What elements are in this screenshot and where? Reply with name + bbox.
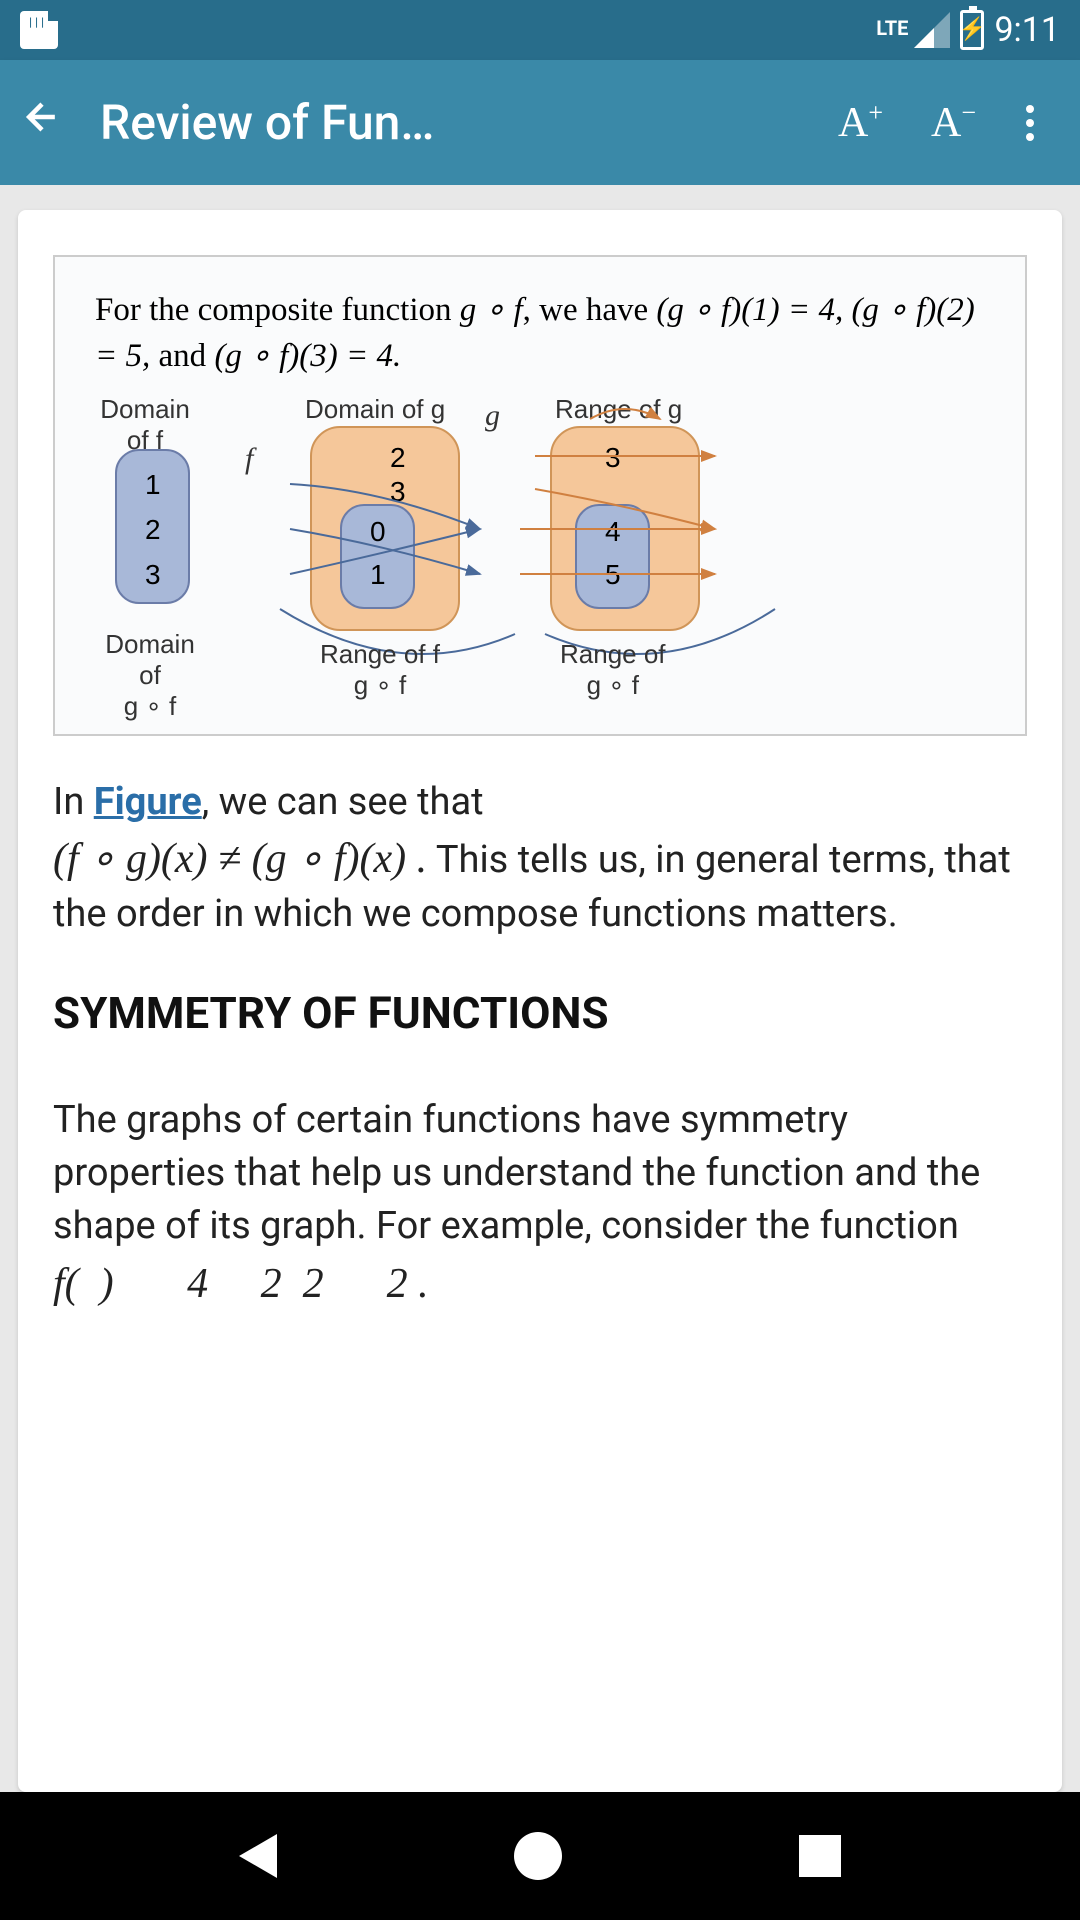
figure-link[interactable]: Figure xyxy=(94,780,202,824)
paragraph-1: In Figure, we can see that (f ∘ g)(x) ≠ … xyxy=(53,776,1027,941)
navigation-bar xyxy=(0,1792,1080,1920)
page-title: Review of Fun… xyxy=(100,94,814,151)
sd-card-icon xyxy=(20,11,58,49)
status-bar: LTE ⚡ 9:11 xyxy=(0,0,1080,60)
app-bar: Review of Fun… A+ A− xyxy=(0,60,1080,185)
diagram-arrows xyxy=(95,394,985,714)
clock: 9:11 xyxy=(994,10,1060,50)
nav-back-button[interactable] xyxy=(239,1834,277,1878)
back-button[interactable] xyxy=(20,94,100,151)
cutoff-equation: f( ) 4 2 2 2 . xyxy=(53,1255,1027,1314)
paragraph-2: The graphs of certain functions have sym… xyxy=(53,1094,1027,1254)
font-increase-button[interactable]: A+ xyxy=(814,98,907,147)
nav-home-button[interactable] xyxy=(514,1832,562,1880)
content-card: For the composite function g ∘ f, we hav… xyxy=(18,210,1062,1792)
composite-function-diagram: Domain of f Domain of g g Range of g f 1… xyxy=(95,394,985,714)
battery-icon: ⚡ xyxy=(960,10,984,50)
figure-caption: For the composite function g ∘ f, we hav… xyxy=(95,287,985,379)
more-options-button[interactable] xyxy=(1000,105,1060,141)
section-heading-symmetry: SYMMETRY OF FUNCTIONS xyxy=(53,987,1027,1039)
signal-icon xyxy=(914,12,950,48)
lte-label: LTE xyxy=(876,16,908,40)
font-decrease-button[interactable]: A− xyxy=(907,98,1000,147)
nav-recent-button[interactable] xyxy=(799,1835,841,1877)
content-area[interactable]: For the composite function g ∘ f, we hav… xyxy=(0,185,1080,1792)
figure-box: For the composite function g ∘ f, we hav… xyxy=(53,255,1027,736)
